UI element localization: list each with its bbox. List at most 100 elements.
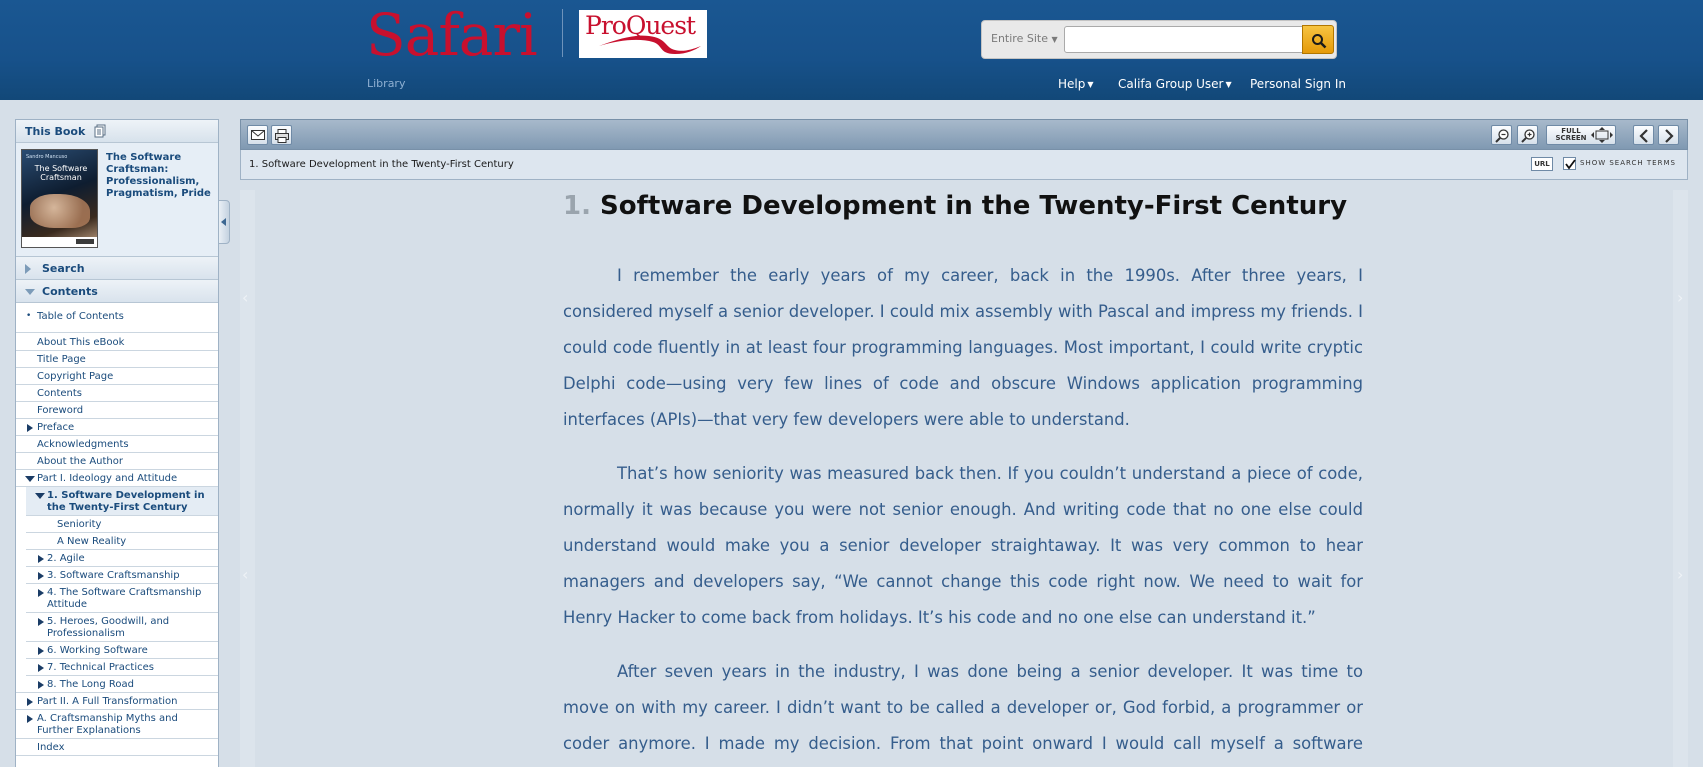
body-paragraph: After seven years in the industry, I was… — [563, 662, 1363, 753]
toc-label: Contents — [37, 388, 82, 399]
divider — [16, 469, 218, 470]
toc-item-chapter-1-current[interactable]: 1. Software Development in the Twenty-Fi… — [26, 487, 218, 515]
toc-item-appendix-a[interactable]: A. Craftsmanship Myths and Further Expla… — [16, 713, 218, 739]
toc-label: Copyright Page — [37, 371, 114, 382]
help-menu[interactable]: Help ▼ — [1058, 77, 1094, 91]
search-button[interactable] — [1302, 25, 1334, 54]
toc-label: 5. Heroes, Goodwill, and Professionalism — [47, 616, 170, 639]
toc-label: 2. Agile — [47, 553, 85, 564]
divider — [26, 549, 218, 550]
search-accordion[interactable]: Search — [16, 257, 218, 280]
divider — [16, 709, 218, 710]
expand-triangle-icon[interactable] — [38, 618, 44, 626]
reader-toolbar: FULL SCREEN — [240, 119, 1688, 150]
toc-item-table-of-contents[interactable]: • Table of Contents — [16, 309, 218, 329]
search-box: Entire Site ▼ — [981, 20, 1337, 59]
chevron-right-icon: › — [1677, 288, 1684, 307]
safari-logo[interactable]: Safari — [366, 2, 538, 68]
divider — [16, 332, 218, 333]
toc-item-chapter-5[interactable]: 5. Heroes, Goodwill, and Professionalism — [16, 616, 218, 642]
toc-label: 7. Technical Practices — [47, 662, 154, 673]
printer-icon — [275, 129, 289, 143]
caret-down-icon: ▼ — [1087, 80, 1094, 89]
divider — [26, 675, 218, 676]
expand-arrows-icon — [1591, 127, 1613, 143]
checkmark-icon — [1565, 159, 1576, 170]
expand-triangle-icon[interactable] — [38, 664, 44, 672]
email-button[interactable] — [247, 125, 268, 145]
divider — [26, 583, 218, 584]
contents-accordion-label: Contents — [42, 285, 98, 298]
group-user-menu[interactable]: Califa Group User ▼ — [1118, 77, 1232, 91]
collapse-triangle-icon[interactable] — [35, 493, 45, 499]
chevron-down-icon: ▼ — [1051, 35, 1058, 44]
this-book-label: This Book — [25, 125, 86, 138]
divider — [16, 350, 218, 351]
site-header: Safari ProQuest Library Entire Site ▼ He… — [0, 0, 1703, 100]
print-button[interactable] — [271, 125, 292, 145]
expand-triangle-icon[interactable] — [38, 647, 44, 655]
toc-label: Part II. A Full Transformation — [37, 696, 178, 707]
expand-triangle-icon[interactable] — [38, 555, 44, 563]
book-title-link[interactable]: The Software Craftsman: Professionalism,… — [106, 152, 214, 200]
show-search-terms-label: Show search terms — [1580, 159, 1676, 167]
toc-label: 1. Software Development in the Twenty-Fi… — [47, 490, 205, 513]
previous-page-button[interactable] — [1633, 125, 1654, 145]
search-accordion-label: Search — [42, 262, 85, 275]
toc-label: Seniority — [57, 519, 102, 530]
full-screen-label: FULL SCREEN — [1555, 127, 1587, 142]
expand-triangle-icon[interactable] — [38, 589, 44, 597]
divider — [16, 692, 218, 693]
this-book-header: This Book — [16, 120, 218, 143]
copy-icon[interactable] — [94, 124, 106, 138]
expand-triangle-icon[interactable] — [38, 572, 44, 580]
collapse-sidebar-handle[interactable] — [218, 200, 230, 244]
divider — [16, 452, 218, 453]
show-search-terms-toggle[interactable]: Show search terms — [1563, 157, 1683, 171]
logo-divider — [562, 9, 563, 57]
toc-label: Index — [37, 742, 65, 753]
next-page-strip[interactable]: › › — [1673, 190, 1688, 767]
divider — [26, 532, 218, 533]
toc-label: Title Page — [37, 354, 86, 365]
search-input[interactable] — [1064, 26, 1303, 53]
divider — [26, 641, 218, 642]
bullet-icon: • — [26, 311, 32, 321]
url-button[interactable]: URL — [1531, 157, 1553, 171]
reader-pane: FULL SCREEN 1. Software Development in t… — [240, 119, 1688, 767]
cover-title: The Software Craftsman — [34, 164, 88, 182]
search-icon — [1312, 34, 1327, 49]
divider — [16, 384, 218, 385]
zoom-out-button[interactable] — [1491, 125, 1512, 145]
toc-label: 3. Software Craftsmanship — [47, 570, 180, 581]
library-label[interactable]: Library — [367, 77, 405, 90]
toc-label: About This eBook — [37, 337, 125, 348]
book-info: Sandro Mancuso The Software Craftsman Th… — [16, 143, 218, 257]
personal-sign-in-link[interactable]: Personal Sign In — [1250, 77, 1346, 91]
divider — [16, 401, 218, 402]
toc-item-chapter-4[interactable]: 4. The Software Craftsmanship Attitude — [16, 587, 218, 613]
contents-accordion[interactable]: Contents — [16, 280, 218, 303]
collapse-triangle-icon[interactable] — [25, 476, 35, 482]
show-search-terms-checkbox[interactable] — [1563, 157, 1576, 170]
toc-label: 8. The Long Road — [47, 679, 134, 690]
toc-label: Part I. Ideology and Attitude — [37, 473, 178, 484]
envelope-icon — [251, 130, 265, 140]
prev-page-strip[interactable]: ‹ ‹ — [240, 190, 255, 767]
proquest-logo[interactable]: ProQuest — [579, 10, 707, 58]
chevron-right-icon: › — [1677, 565, 1684, 584]
search-scope-select[interactable]: Entire Site ▼ — [991, 32, 1058, 45]
expand-triangle-icon[interactable] — [27, 698, 33, 706]
expand-triangle-icon[interactable] — [27, 715, 33, 723]
caret-down-icon: ▼ — [1225, 80, 1232, 89]
full-screen-button[interactable]: FULL SCREEN — [1546, 125, 1616, 145]
zoom-in-button[interactable] — [1517, 125, 1538, 145]
divider — [26, 566, 218, 567]
proquest-logo-text: ProQuest — [585, 11, 696, 40]
next-page-button[interactable] — [1658, 125, 1679, 145]
reader-content: ‹ ‹ › › 1. Software Development in the T… — [240, 190, 1688, 767]
book-cover-image[interactable]: Sandro Mancuso The Software Craftsman — [21, 149, 98, 248]
expand-triangle-icon[interactable] — [38, 681, 44, 689]
expand-triangle-icon[interactable] — [27, 424, 33, 432]
divider — [16, 418, 218, 419]
